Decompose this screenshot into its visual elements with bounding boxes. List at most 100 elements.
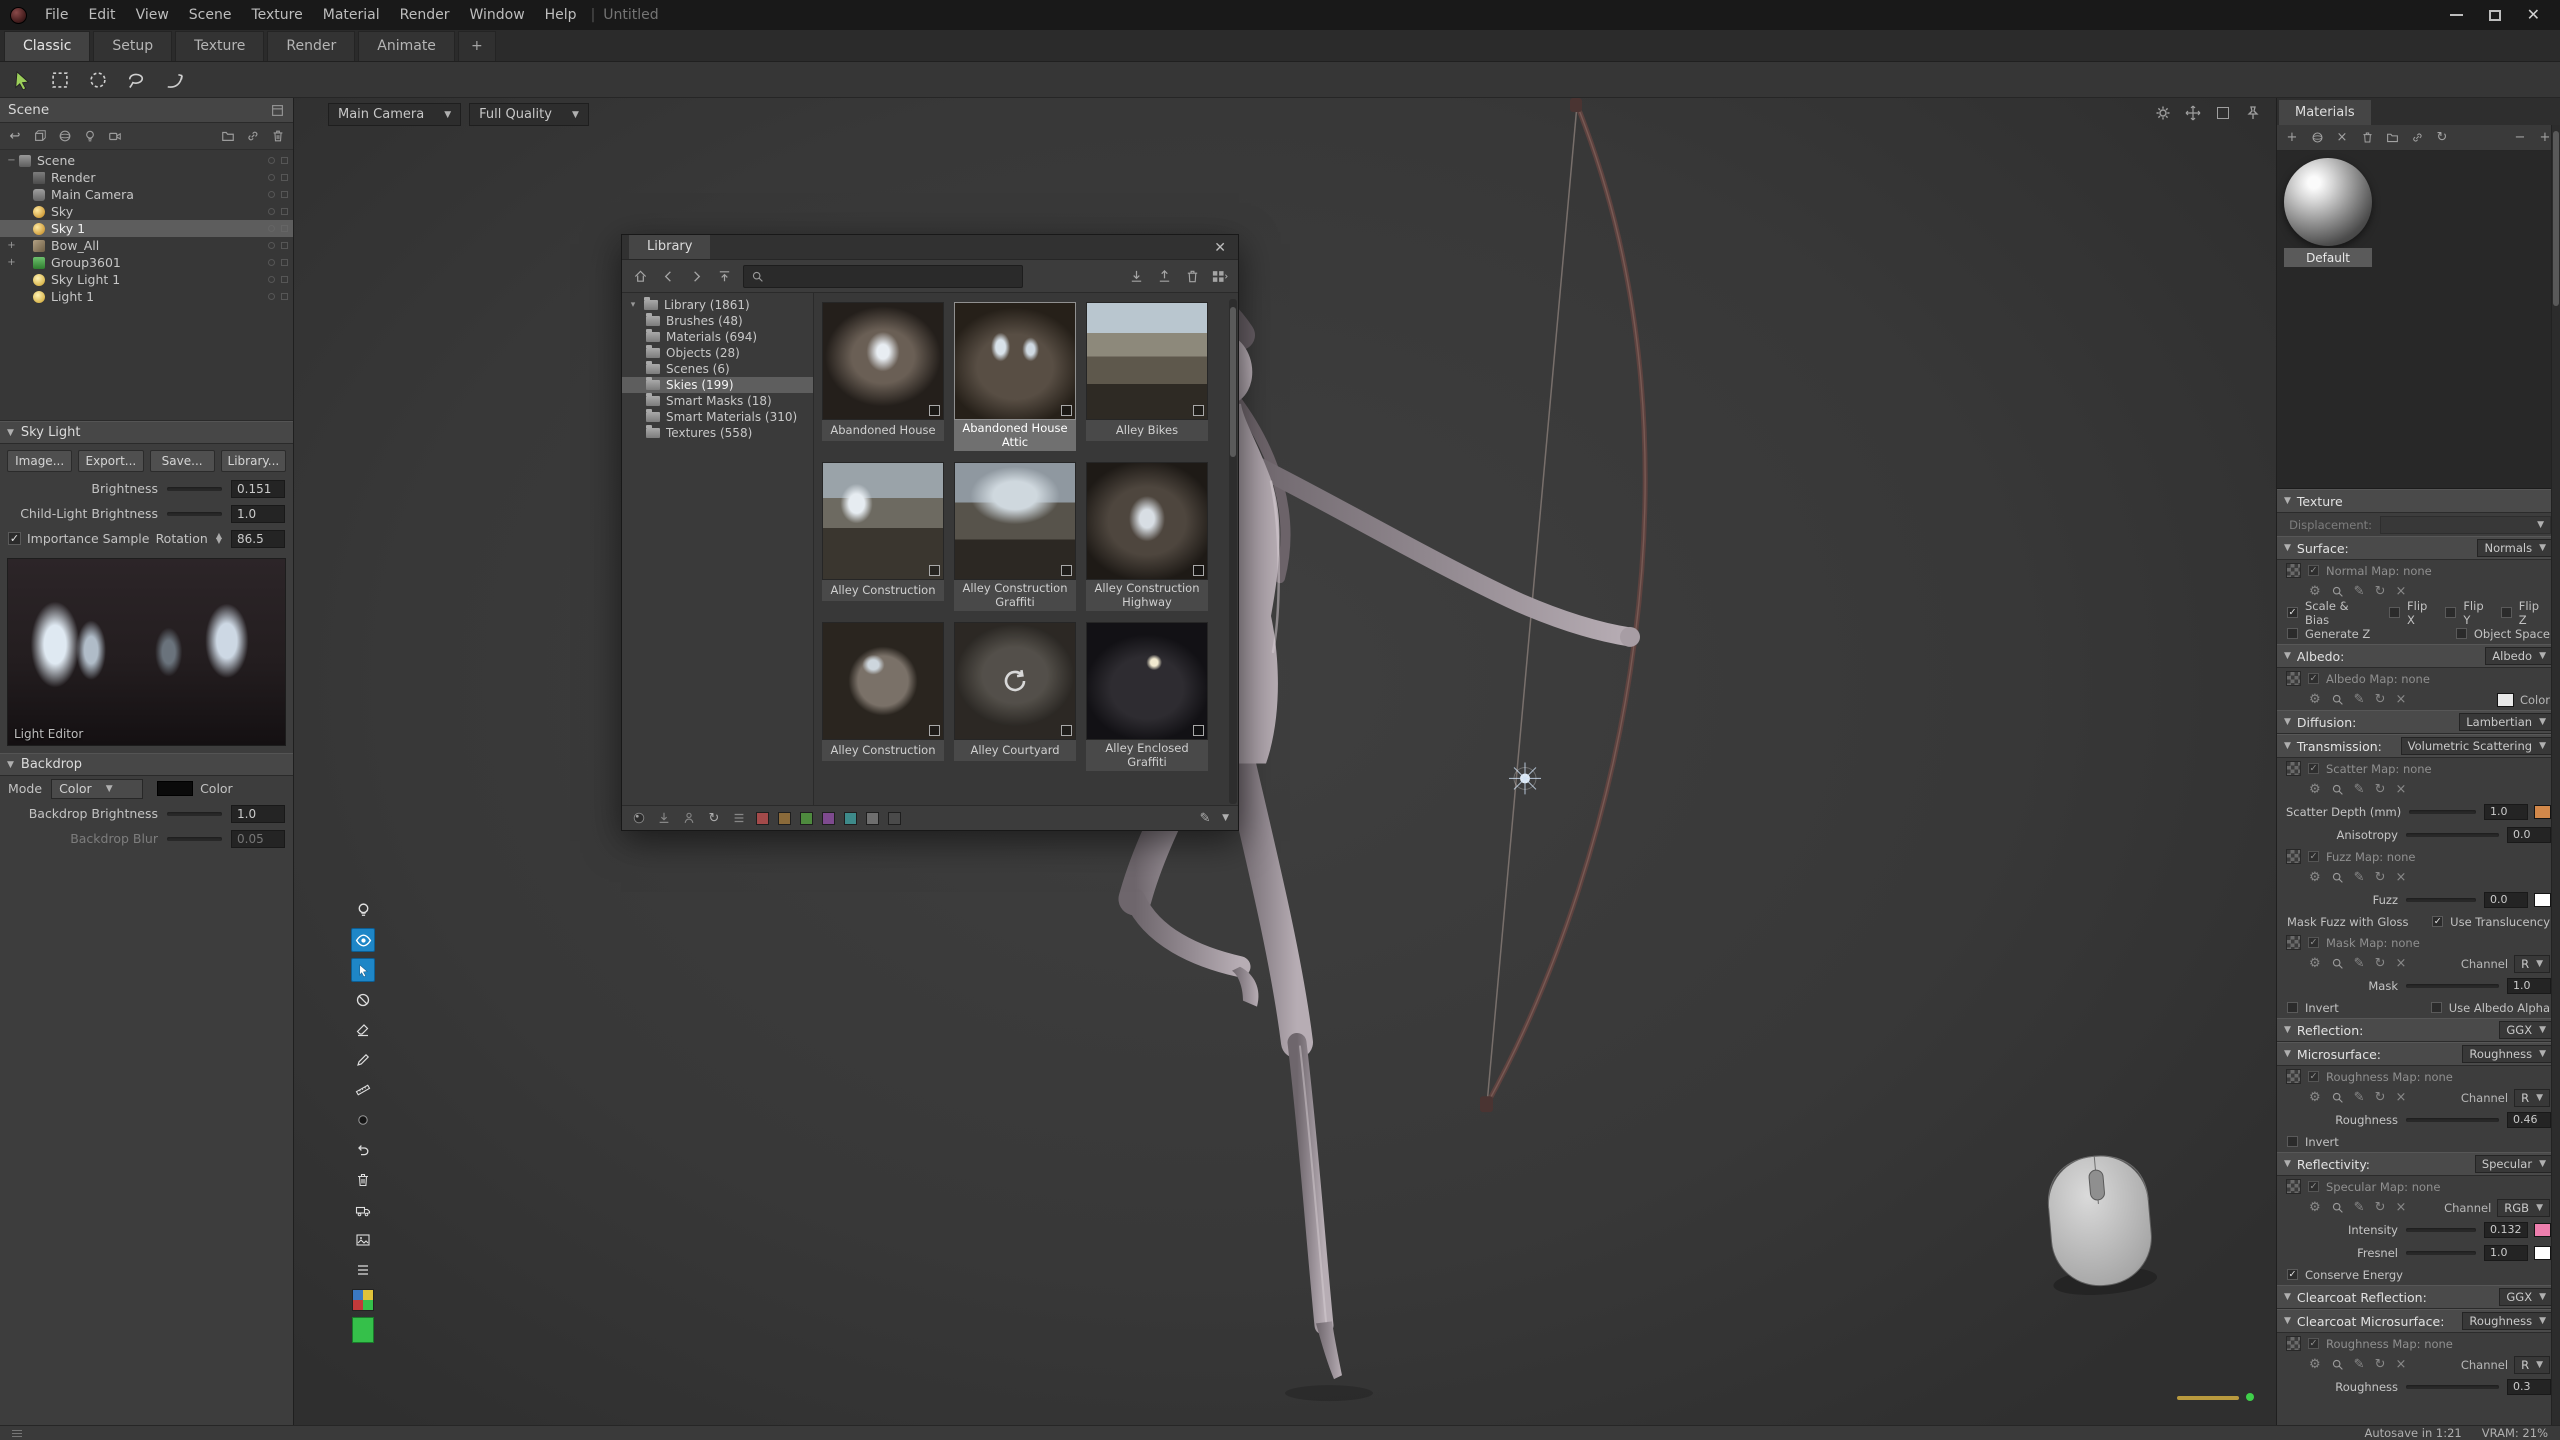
resize-grip-icon[interactable] [12,1430,22,1437]
list-view-icon[interactable] [731,810,747,826]
thumbnail-abandoned-house-attic[interactable]: Abandoned House Attic [954,302,1076,451]
refresh-icon[interactable]: ↻ [2375,692,2386,707]
minimize-button[interactable] [2450,14,2463,16]
albedo-mode-dropdown[interactable]: Albedo▼ [2485,647,2553,665]
importance-sample-checkbox[interactable]: ✓ [8,532,21,545]
library-scrollbar[interactable] [1229,299,1237,804]
cursor-icon[interactable] [351,958,375,982]
chevron-down-icon[interactable]: ▼ [1222,813,1229,823]
add-object-icon[interactable] [32,128,48,144]
flip-z-checkbox[interactable] [2501,607,2512,618]
material-name-label[interactable]: Default [2284,248,2372,267]
light-editor-preview[interactable]: Light Editor [7,558,286,746]
clear-icon[interactable]: × [2395,782,2406,797]
maximize-button[interactable] [2489,10,2501,21]
channel-dropdown[interactable]: R▼ [2514,1089,2550,1107]
gear-icon[interactable] [2154,104,2172,122]
eraser-icon[interactable] [351,1018,375,1042]
refresh-icon[interactable]: ↻ [2375,956,2386,971]
no-entry-icon[interactable] [351,988,375,1012]
backdrop-header[interactable]: ▼ Backdrop [0,753,293,776]
scatter-depth-value[interactable]: 1.0 [2484,804,2528,820]
gear-icon[interactable]: ⚙ [2309,1090,2321,1105]
refresh-icon[interactable]: ↻ [2434,130,2450,146]
refresh-icon[interactable]: ↻ [2375,870,2386,885]
tab-materials[interactable]: Materials [2279,100,2371,125]
clear-icon[interactable]: × [2395,1200,2406,1215]
marquee-rect-tool-icon[interactable] [48,68,72,92]
clear-icon[interactable]: × [2334,130,2350,146]
rotation-stepper[interactable]: ▲▼ [216,534,222,544]
microsurface-section-header[interactable]: ▼Microsurface: Roughness▼ [2277,1042,2560,1066]
fresnel-color-swatch[interactable] [2534,1246,2551,1260]
collapse-icon[interactable]: − [4,155,19,166]
row-visibility-icon[interactable] [268,225,275,232]
search-icon[interactable] [2331,957,2344,970]
thumbnail-abandoned-house[interactable]: Abandoned House [822,302,944,451]
row-visibility-icon[interactable] [268,208,275,215]
search-icon[interactable] [2331,871,2344,884]
mask-map-row[interactable]: ✓ Mask Map: none [2277,932,2560,953]
mask-value[interactable]: 1.0 [2507,978,2551,994]
map-thumbnail[interactable] [2286,1336,2301,1351]
search-icon[interactable] [2331,783,2344,796]
tree-row-light1[interactable]: Light 1 [0,288,293,305]
close-icon[interactable]: ✕ [1202,237,1238,259]
menu-file[interactable]: File [35,4,78,26]
channel-dropdown[interactable]: RGB▼ [2497,1199,2550,1217]
brush-size-dot-icon[interactable] [351,1108,375,1132]
view-options-icon[interactable] [1211,267,1229,285]
map-thumbnail[interactable] [2286,1069,2301,1084]
roughness-map-row[interactable]: ✓ Roughness Map: none [2277,1066,2560,1087]
fresnel-slider[interactable] [2406,1251,2476,1255]
map-enabled-checkbox[interactable]: ✓ [2308,565,2319,576]
tab-animate[interactable]: Animate [358,31,455,61]
normal-map-row[interactable]: ✓ Normal Map: none [2277,560,2560,581]
lasso-tool-icon[interactable] [124,68,148,92]
reflectivity-mode-dropdown[interactable]: Specular▼ [2475,1155,2553,1173]
child-brightness-value[interactable]: 1.0 [231,505,285,523]
thumbnail-checkbox[interactable] [1061,405,1072,416]
gear-icon[interactable]: ⚙ [2309,692,2321,707]
search-icon[interactable] [2331,1201,2344,1214]
brightness-value[interactable]: 0.151 [231,480,285,498]
flip-y-checkbox[interactable] [2445,607,2456,618]
shrink-preview-icon[interactable]: − [2512,130,2528,146]
brush-icon[interactable]: ✎ [2354,870,2365,885]
clear-icon[interactable]: × [2395,956,2406,971]
map-enabled-checkbox[interactable]: ✓ [2308,937,2319,948]
tree-row-bow-all[interactable]: + Bow_All [0,237,293,254]
clearcoat-microsurface-dropdown[interactable]: Roughness▼ [2462,1312,2553,1330]
diffusion-section-header[interactable]: ▼Diffusion: Lambertian▼ [2277,710,2560,734]
row-visibility-icon[interactable] [268,191,275,198]
folder-row-skies[interactable]: Skies (199) [622,377,813,393]
thumbnail-checkbox[interactable] [929,725,940,736]
row-visibility-icon[interactable] [268,242,275,249]
backdrop-color-swatch[interactable] [157,781,193,796]
tab-setup[interactable]: Setup [93,31,172,61]
row-lock-icon[interactable] [281,242,288,249]
save-button[interactable]: Save... [150,450,215,472]
flip-x-checkbox[interactable] [2389,607,2400,618]
tree-row-sky-light1[interactable]: Sky Light 1 [0,271,293,288]
fresnel-value[interactable]: 1.0 [2484,1245,2528,1261]
thumbnail-checkbox[interactable] [929,405,940,416]
undo-icon[interactable]: ↩ [7,128,23,144]
row-visibility-icon[interactable] [268,276,275,283]
gear-icon[interactable]: ⚙ [2309,584,2321,599]
trash-icon[interactable] [2359,130,2375,146]
specular-color-swatch[interactable] [2534,1223,2551,1237]
maximize-viewport-icon[interactable] [2214,104,2232,122]
expand-icon[interactable]: + [4,240,19,251]
menu-texture[interactable]: Texture [241,4,312,26]
thumbnail-alley-construction-graffiti[interactable]: Alley Construction Graffiti [954,462,1076,611]
clear-icon[interactable]: × [2395,584,2406,599]
export-button[interactable]: Export... [78,450,143,472]
tab-render[interactable]: Render [267,31,355,61]
menu-window[interactable]: Window [459,4,534,26]
folder-row-library[interactable]: ▾ Library (1861) [622,297,813,313]
clearcoat-microsurface-header[interactable]: ▼Clearcoat Microsurface: Roughness▼ [2277,1309,2560,1333]
map-enabled-checkbox[interactable]: ✓ [2308,1338,2319,1349]
backdrop-brightness-slider[interactable] [167,812,222,816]
add-camera-icon[interactable] [107,128,123,144]
